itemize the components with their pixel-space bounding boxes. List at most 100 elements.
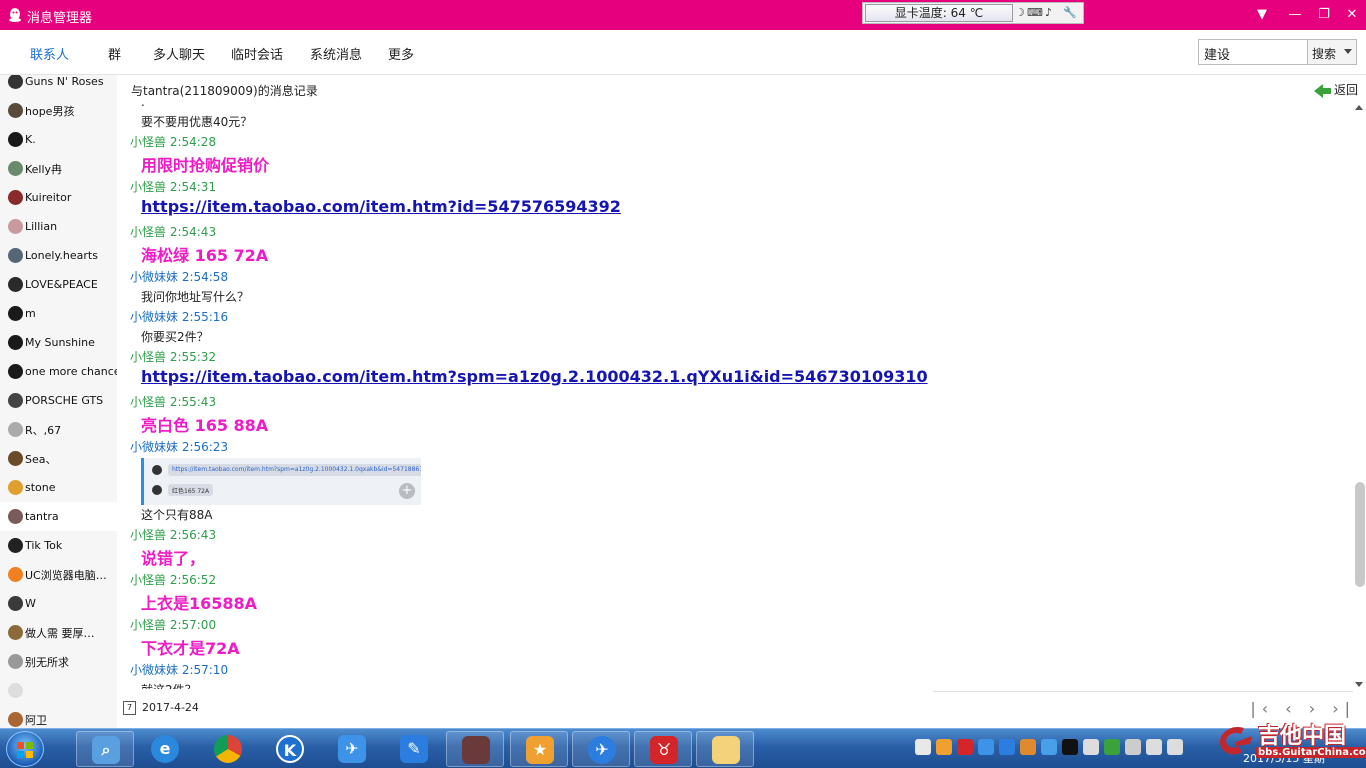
message-sender-time: 小怪兽 2:56:43 <box>130 528 217 542</box>
fox-icon[interactable] <box>1020 739 1036 755</box>
contact-item[interactable]: Tik Tok <box>0 531 117 560</box>
message-link[interactable]: https://item.taobao.com/item.htm?id=5475… <box>141 197 621 216</box>
contact-item[interactable]: LOVE&PEACE <box>0 270 117 299</box>
contact-item[interactable]: My Sunshine <box>0 328 117 357</box>
image-thumbnail[interactable]: https://item.taobao.com/item.htm?spm=a1z… <box>141 458 421 505</box>
taskbar-chrome[interactable] <box>199 731 257 767</box>
tab-system-messages[interactable]: 系统消息 <box>310 44 362 63</box>
avatar <box>8 509 23 524</box>
contact-item[interactable]: Lillian <box>0 212 117 241</box>
avatar <box>152 465 162 475</box>
tab-contacts[interactable]: 联系人 <box>30 44 69 63</box>
contact-item[interactable]: Kelly冉 <box>0 154 117 183</box>
avatar <box>8 538 23 553</box>
taskbar-kugou[interactable]: K <box>261 731 319 767</box>
minimize-button[interactable]: — <box>1284 5 1306 25</box>
taskbar-notes[interactable]: ✎ <box>385 731 443 767</box>
mic-icon[interactable]: ♪ <box>1045 6 1052 19</box>
contact-item[interactable] <box>0 676 117 705</box>
moon-icon: ☽ <box>1015 6 1025 19</box>
tab-temp-session[interactable]: 临时会话 <box>231 44 283 63</box>
gpu-temp-widget[interactable]: 显卡温度: 64 ℃ ☽ ⌨ ♪ 🔧 <box>862 2 1084 24</box>
scroll-up-icon[interactable] <box>1355 105 1363 110</box>
taskbar-search[interactable]: ⌕ <box>76 731 134 767</box>
tab-multi-chat[interactable]: 多人聊天 <box>153 44 205 63</box>
avatar <box>8 654 23 669</box>
taskbar-explorer[interactable] <box>696 731 754 767</box>
contact-item[interactable]: m <box>0 299 117 328</box>
contact-list[interactable]: Guns N' Roses hope男孩 K. Kelly冉 Kuireitor Lill… <box>0 75 117 728</box>
zoom-in-icon[interactable]: + <box>399 483 415 499</box>
contact-item[interactable]: 做人需 要厚… <box>0 618 117 647</box>
dropdown-menu-button[interactable]: ▼ <box>1251 5 1273 25</box>
contact-item[interactable]: one more chance <box>0 357 117 386</box>
wrench-icon[interactable]: 🔧 <box>1063 6 1077 19</box>
shield-icon[interactable] <box>957 739 973 755</box>
tab-more[interactable]: 更多 <box>388 44 414 63</box>
search-button[interactable]: 搜索 <box>1307 39 1357 65</box>
back-button[interactable]: 返回 <box>1313 81 1358 98</box>
signal-icon[interactable] <box>1167 739 1183 755</box>
pen-icon[interactable] <box>999 739 1015 755</box>
message-text: 海松绿 165 72A <box>141 246 269 265</box>
qq-penguin-icon[interactable] <box>1062 739 1078 755</box>
monitor-icon[interactable] <box>978 739 994 755</box>
close-button[interactable]: ✕ <box>1341 5 1363 25</box>
calendar-icon[interactable]: 7 <box>123 701 136 715</box>
contact-item[interactable]: Kuireitor <box>0 183 117 212</box>
message-list[interactable]: . 要不要用优惠40元？ 小怪兽 2:54:28 用限时抢购促销价 小怪兽 2:54:3… <box>117 101 1353 689</box>
contact-item[interactable]: K. <box>0 125 117 154</box>
flag-icon[interactable] <box>1125 739 1141 755</box>
message-link[interactable]: https://item.taobao.com/item.htm?spm=a1z… <box>141 367 928 386</box>
tab-groups[interactable]: 群 <box>108 44 121 63</box>
keyboard-icon[interactable]: ⌨ <box>1027 6 1043 19</box>
volume-icon[interactable] <box>1146 739 1162 755</box>
scrollbar[interactable] <box>1354 101 1366 691</box>
check-icon[interactable] <box>1104 739 1120 755</box>
avatar <box>8 161 23 176</box>
taskbar-box[interactable]: ★ <box>510 731 568 767</box>
contact-item[interactable]: 别无所求 <box>0 647 117 676</box>
bird-icon: ✈ <box>338 735 366 763</box>
contact-name: K. <box>25 133 36 146</box>
contact-item[interactable]: Sea、 <box>0 444 117 473</box>
avatar-icon <box>462 736 490 764</box>
device-icon[interactable] <box>1083 739 1099 755</box>
message-text: 用限时抢购促销价 <box>141 156 270 175</box>
nav-bar: 联系人 群 多人聊天 临时会话 系统消息 更多 建设 搜索 <box>0 30 1366 75</box>
pen-icon: ✎ <box>400 735 428 763</box>
scroll-down-icon[interactable] <box>1355 682 1363 687</box>
contact-item[interactable]: tantra <box>0 502 117 531</box>
network-icon[interactable] <box>1041 739 1057 755</box>
scroll-thumb[interactable] <box>1355 482 1365 587</box>
contact-item[interactable]: PORSCHE GTS <box>0 386 117 415</box>
contact-item[interactable]: R、,67 <box>0 415 117 444</box>
contact-name: W <box>25 597 36 610</box>
contact-item[interactable]: UC浏览器电脑… <box>0 560 117 589</box>
contact-item[interactable]: stone <box>0 473 117 502</box>
ime-icon[interactable] <box>915 739 931 755</box>
date-picker[interactable]: 7 2017-4-24 <box>123 701 199 715</box>
box-icon[interactable] <box>936 739 952 755</box>
pagination-controls[interactable]: |‹ ‹ › ›| <box>1250 699 1356 718</box>
contact-item[interactable]: hope男孩 <box>0 96 117 125</box>
taskbar-qq-chat[interactable] <box>446 731 504 767</box>
taskbar-bird[interactable]: ✈ <box>323 731 381 767</box>
contact-item[interactable]: 阿卫 <box>0 705 117 728</box>
contact-name: Lillian <box>25 220 58 233</box>
contact-item[interactable]: W <box>0 589 117 618</box>
bull-icon: ♉ <box>650 736 678 764</box>
restore-button[interactable]: ❐ <box>1313 5 1335 25</box>
avatar <box>8 132 23 147</box>
contact-item[interactable]: Lonely.hearts <box>0 241 117 270</box>
taskbar-feiq[interactable]: ✈ <box>572 731 630 767</box>
avatar <box>8 248 23 263</box>
contact-name: hope男孩 <box>25 104 75 118</box>
taskbar-red-app[interactable]: ♉ <box>634 731 692 767</box>
system-tray[interactable] <box>915 739 1183 759</box>
search-input[interactable]: 建设 <box>1198 39 1308 65</box>
contact-item[interactable]: Guns N' Roses <box>0 75 117 96</box>
minimize-icon: — <box>1288 7 1302 22</box>
start-button[interactable] <box>6 731 44 767</box>
taskbar-ie[interactable]: e <box>136 731 194 767</box>
